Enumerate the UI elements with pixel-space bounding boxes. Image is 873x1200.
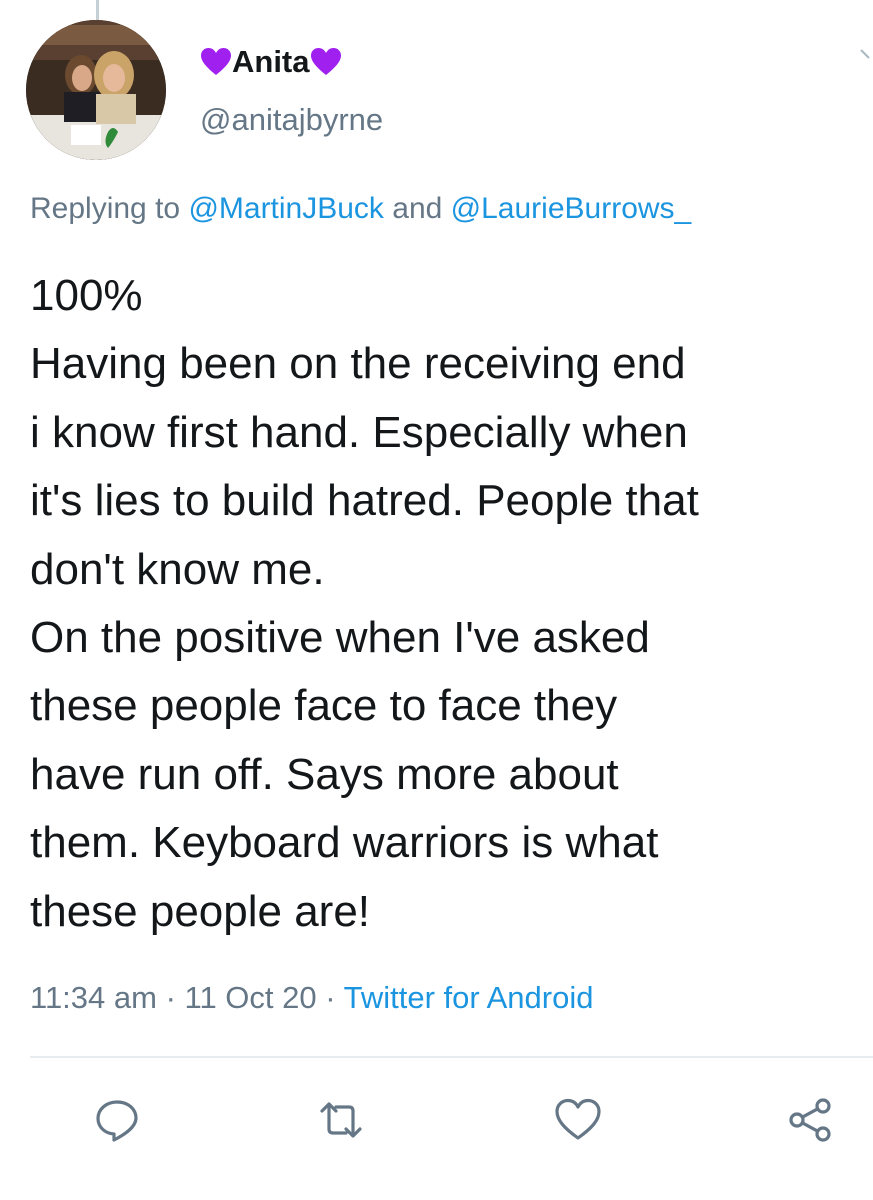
tweet-author[interactable]: Anita @anitajbyrne xyxy=(200,40,383,138)
tweet-line: 100% xyxy=(30,271,143,320)
chevron-down-icon[interactable] xyxy=(859,44,873,64)
reply-icon xyxy=(96,1100,138,1142)
like-button[interactable] xyxy=(548,1090,608,1150)
meta-separator: · xyxy=(156,980,185,1015)
action-bar xyxy=(0,1090,873,1160)
user-handle[interactable]: @anitajbyrne xyxy=(200,102,383,138)
mention-link[interactable]: @LaurieBurrows_ xyxy=(451,192,692,225)
share-icon xyxy=(789,1098,831,1142)
tweet-line: i know first hand. Especially when xyxy=(30,407,688,457)
tweet-line: them. Keyboard warriors is what xyxy=(30,818,659,868)
tweet-line: On the positive when I've asked xyxy=(30,613,650,663)
reply-button[interactable] xyxy=(87,1090,147,1150)
tweet-metadata: 11:34 am · 11 Oct 20 · Twitter for Andro… xyxy=(30,980,593,1016)
tweet-line: it's lies to build hatred. People that xyxy=(30,476,699,526)
display-name[interactable]: Anita xyxy=(200,40,383,84)
tweet-line: these people are! xyxy=(30,886,371,936)
share-button[interactable] xyxy=(780,1090,840,1150)
meta-separator: · xyxy=(316,980,344,1015)
purple-heart-icon xyxy=(310,48,341,75)
tweet-source[interactable]: Twitter for Android xyxy=(344,980,594,1015)
heart-icon xyxy=(555,1098,601,1140)
tweet-line: these people face to face they xyxy=(30,681,618,731)
tweet-text: 100% Having been on the receiving end i kn… xyxy=(30,262,873,946)
display-name-text: Anita xyxy=(232,44,310,79)
tweet-time[interactable]: 11:34 am xyxy=(30,980,157,1015)
replying-joiner: and xyxy=(383,192,451,225)
avatar[interactable] xyxy=(26,20,166,160)
tweet-line: Having been on the receiving end xyxy=(30,339,686,389)
retweet-button[interactable] xyxy=(311,1090,371,1150)
tweet-line: have run off. Says more about xyxy=(30,749,619,799)
tweet-line: don't know me. xyxy=(30,544,325,594)
retweet-icon xyxy=(320,1102,362,1138)
purple-heart-icon xyxy=(201,48,231,75)
divider xyxy=(30,1056,873,1058)
thread-connector-line xyxy=(96,0,99,20)
mention-link[interactable]: @MartinJBuck xyxy=(188,192,384,225)
tweet-date[interactable]: 11 Oct 20 xyxy=(185,980,317,1015)
replying-to: Replying to @MartinJBuck and @LaurieBurr… xyxy=(30,192,691,226)
replying-prefix: Replying to xyxy=(30,192,189,225)
